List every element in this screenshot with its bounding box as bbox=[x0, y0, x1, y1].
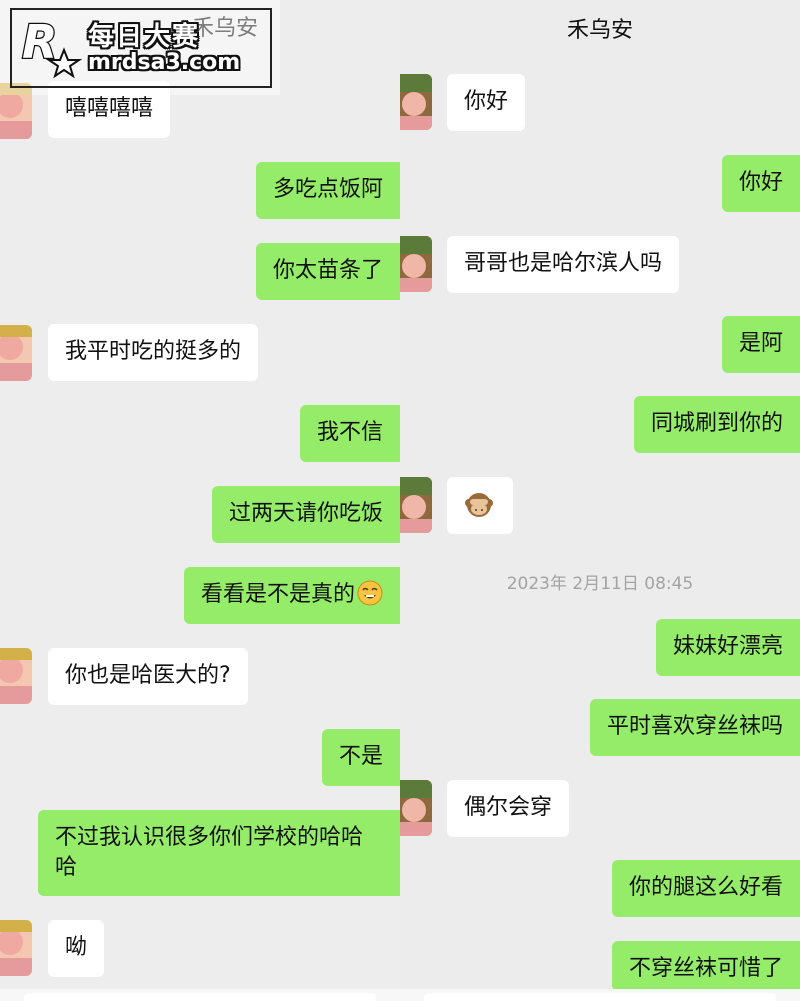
chat-title: 禾乌安 bbox=[566, 18, 633, 43]
site-logo-icon: R bbox=[21, 14, 82, 79]
watermark-url: mrdsa3.com bbox=[88, 50, 241, 75]
message-text: 看看是不是真的 bbox=[200, 582, 355, 607]
watermark-site-name: 每日大赛 bbox=[88, 22, 201, 52]
watermark: R 每日大赛 mrdsa3.com bbox=[0, 0, 280, 95]
outgoing-message: 多吃点饭阿 bbox=[255, 162, 400, 219]
outgoing-message: 你的腿这么好看 bbox=[611, 860, 800, 917]
incoming-message: 哥哥也是哈尔滨人吗 bbox=[447, 236, 680, 293]
outgoing-message: 看看是不是真的 bbox=[183, 567, 400, 624]
contact-avatar[interactable] bbox=[400, 477, 432, 533]
grinning-face-icon bbox=[357, 580, 383, 606]
outgoing-message: 不穿丝袜可惜了 bbox=[611, 941, 800, 991]
incoming-message: 你也是哈医大的? bbox=[48, 648, 248, 705]
contact-avatar[interactable] bbox=[400, 780, 432, 836]
see-no-evil-monkey-icon bbox=[465, 493, 493, 517]
outgoing-message: 我不信 bbox=[299, 405, 400, 462]
outgoing-message: 你好 bbox=[721, 155, 800, 212]
input-bar bbox=[0, 989, 400, 1001]
message-timestamp: 2023年 2月11日 08:45 bbox=[506, 574, 694, 594]
outgoing-message: 同城刷到你的 bbox=[633, 396, 800, 453]
outgoing-message: 不是 bbox=[321, 729, 400, 786]
outgoing-message: 平时喜欢穿丝袜吗 bbox=[589, 699, 800, 756]
contact-avatar[interactable] bbox=[0, 648, 32, 704]
outgoing-message: 你太苗条了 bbox=[255, 243, 400, 300]
incoming-message: 呦 bbox=[48, 920, 105, 977]
outgoing-message: 是阿 bbox=[721, 316, 800, 373]
right-chat-panel: 禾乌安 你好 你好 哥哥也是哈尔滨人吗 是阿 同城刷到你的 2023年 2月11… bbox=[400, 0, 800, 1001]
contact-avatar[interactable] bbox=[400, 74, 432, 130]
contact-avatar[interactable] bbox=[400, 236, 432, 292]
message-input[interactable] bbox=[24, 993, 376, 1001]
incoming-message bbox=[447, 477, 513, 534]
incoming-message: 偶尔会穿 bbox=[447, 780, 570, 837]
contact-avatar[interactable] bbox=[0, 920, 32, 976]
incoming-message: 你好 bbox=[447, 74, 526, 131]
outgoing-message: 妹妹好漂亮 bbox=[655, 619, 800, 676]
input-bar bbox=[400, 989, 800, 1001]
incoming-message: 我平时吃的挺多的 bbox=[48, 324, 259, 381]
contact-avatar[interactable] bbox=[0, 325, 32, 381]
outgoing-message: 过两天请你吃饭 bbox=[211, 486, 400, 543]
message-input[interactable] bbox=[424, 993, 776, 1001]
left-chat-panel: 禾乌安 嘻嘻嘻嘻 多吃点饭阿 你太苗条了 我平时吃的挺多的 我不信 过两天请你吃… bbox=[0, 0, 400, 1001]
outgoing-message: 不过我认识很多你们学校的哈哈哈 bbox=[38, 810, 400, 896]
